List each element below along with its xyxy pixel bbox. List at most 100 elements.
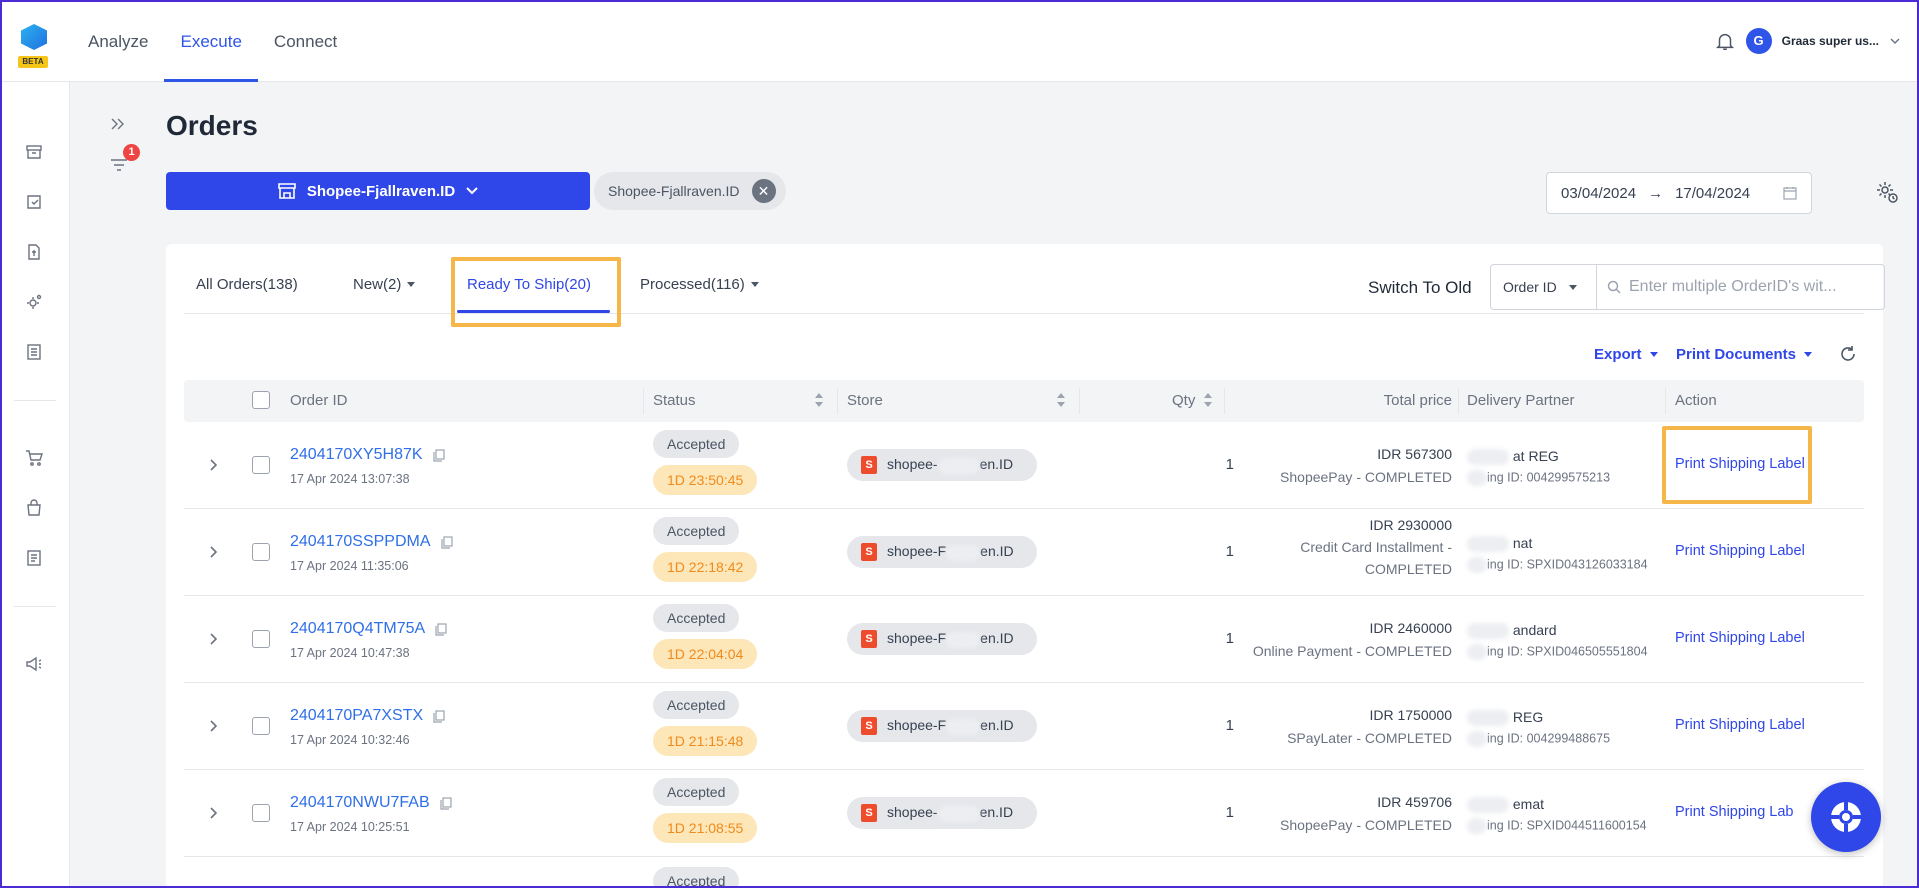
gear-network-icon[interactable] [24, 292, 44, 312]
copy-icon[interactable] [435, 622, 447, 636]
sla-timer-badge: 1D 23:50:45 [653, 465, 758, 495]
sort-icon[interactable] [1056, 392, 1066, 408]
print-shipping-label-link[interactable]: Print Shipping Label [1675, 630, 1805, 646]
blurred-text [937, 805, 980, 822]
print-documents-dropdown[interactable]: Print Documents [1676, 346, 1813, 363]
table-row[interactable]: 2404170SSPPDMA 17 Apr 2024 11:35:06 Acce… [184, 509, 1864, 596]
table-row[interactable]: 2404170PA7XSTX 17 Apr 2024 10:32:46 Acce… [184, 683, 1864, 770]
sort-icon[interactable] [814, 392, 824, 408]
order-id-link[interactable]: 2404170SSPPDMA [290, 533, 453, 551]
header-delivery-partner: Delivery Partner [1467, 392, 1575, 409]
chevron-right-icon[interactable] [208, 545, 218, 559]
order-qty: 1 [1225, 804, 1234, 821]
delivery-partner: REG [1467, 709, 1543, 727]
shopee-bag-icon: S [861, 630, 877, 648]
nav-execute[interactable]: Execute [164, 0, 259, 82]
blurred-text [937, 457, 980, 474]
copy-icon[interactable] [432, 448, 445, 462]
close-icon[interactable]: ✕ [751, 179, 776, 203]
order-price: IDR 567300 [1377, 446, 1452, 462]
tracking-id: ing ID: SPXID046505551804 [1467, 644, 1648, 660]
chevron-right-icon[interactable] [208, 632, 218, 646]
print-documents-label: Print Documents [1676, 346, 1797, 363]
blurred-text [1467, 731, 1487, 747]
order-id-link[interactable]: 2404170PA7XSTX [290, 707, 445, 725]
nav-analyze[interactable]: Analyze [72, 0, 164, 82]
partner-name: emat [1512, 796, 1545, 812]
archive-icon[interactable] [24, 142, 44, 162]
avatar[interactable]: G [1745, 28, 1772, 54]
sort-icon[interactable] [1203, 392, 1213, 408]
order-tabs: All Orders(138) New(2) Ready To Ship(20)… [184, 244, 1885, 327]
app-logo[interactable]: BETA [18, 24, 48, 68]
order-id-link[interactable]: 2404170NWU7FAB [290, 794, 452, 812]
user-area: G Graas super us... [1714, 28, 1901, 54]
header-store: Store [847, 392, 883, 409]
blurred-text [1467, 623, 1509, 640]
help-button[interactable] [1811, 782, 1881, 852]
lifebuoy-icon [1831, 802, 1861, 832]
order-id-link[interactable]: 2404170XY5H87K [290, 446, 445, 464]
order-id-link[interactable]: 2404170Q4TM75A [290, 620, 447, 638]
double-chevron-right-icon[interactable] [108, 116, 128, 132]
bag-icon[interactable] [24, 498, 44, 518]
order-check-icon[interactable] [24, 192, 44, 212]
blurred-text [1467, 818, 1487, 834]
column-settings-icon[interactable] [1875, 180, 1899, 204]
tracking-text: ing ID: SPXID043126033184 [1487, 557, 1648, 572]
table-row[interactable]: 2404170Q4TM75A 17 Apr 2024 10:47:38 Acce… [184, 596, 1864, 683]
tab-all-orders[interactable]: All Orders(138) [196, 266, 298, 302]
invoice-icon[interactable] [24, 242, 44, 262]
table-row[interactable]: 2404170NWU7FAB 17 Apr 2024 10:25:51 Acce… [184, 770, 1864, 857]
date-range-picker[interactable]: 03/04/2024 → 17/04/2024 [1546, 172, 1812, 214]
user-name[interactable]: Graas super us... [1782, 34, 1879, 48]
copy-icon[interactable] [433, 709, 445, 723]
store-filter-chip: Shopee-Fjallraven.ID ✕ [594, 172, 786, 210]
nav-connect[interactable]: Connect [258, 0, 353, 82]
order-date: 17 Apr 2024 10:25:51 [290, 820, 410, 834]
table-row[interactable]: 2404170XY5H87K 17 Apr 2024 13:07:38 Acce… [184, 422, 1864, 509]
sidebar-divider [14, 606, 56, 607]
search-type-select[interactable]: Order ID [1491, 265, 1597, 309]
store-chip-label: Shopee-Fjallraven.ID [608, 183, 740, 199]
print-shipping-label-link[interactable]: Print Shipping Lab [1675, 804, 1794, 820]
table-row[interactable]: Accepted [184, 857, 1864, 888]
chevron-down-icon[interactable] [1889, 35, 1901, 47]
chevron-right-icon[interactable] [208, 806, 218, 820]
refresh-icon[interactable] [1838, 344, 1858, 364]
row-checkbox[interactable] [252, 630, 270, 648]
select-all-checkbox[interactable] [252, 391, 270, 409]
list-icon[interactable] [24, 342, 44, 362]
bell-icon[interactable] [1714, 29, 1736, 53]
status-badge: Accepted [653, 691, 740, 719]
row-checkbox[interactable] [252, 456, 270, 474]
tab-new[interactable]: New(2) [353, 266, 416, 302]
tab-new-label: New(2) [353, 275, 402, 293]
tab-processed[interactable]: Processed(116) [640, 266, 759, 302]
store-pill: Sshopee-F en.ID [847, 623, 1037, 655]
blurred-text [1467, 710, 1509, 727]
row-checkbox[interactable] [252, 717, 270, 735]
date-arrow: → [1648, 184, 1664, 202]
report-icon[interactable] [24, 548, 44, 568]
column-divider [1224, 388, 1225, 414]
delivery-partner: nat [1467, 535, 1532, 553]
export-dropdown[interactable]: Export [1594, 346, 1658, 363]
chevron-right-icon[interactable] [208, 458, 218, 472]
megaphone-icon[interactable] [24, 654, 44, 674]
store-selector-button[interactable]: Shopee-Fjallraven.ID [166, 172, 590, 210]
switch-to-old-link[interactable]: Switch To Old [1368, 278, 1472, 298]
copy-icon[interactable] [440, 535, 453, 549]
print-shipping-label-link[interactable]: Print Shipping Label [1675, 543, 1805, 559]
row-checkbox[interactable] [252, 804, 270, 822]
copy-icon[interactable] [440, 796, 452, 810]
store-pill: Sshopee-en.ID [847, 797, 1037, 829]
print-shipping-label-link[interactable]: Print Shipping Label [1675, 717, 1805, 733]
cart-icon[interactable] [24, 448, 44, 468]
chevron-right-icon[interactable] [208, 719, 218, 733]
row-checkbox[interactable] [252, 543, 270, 561]
sla-timer-badge: 1D 21:15:48 [653, 726, 758, 756]
shopee-bag-icon: S [861, 543, 877, 561]
tracking-text: ing ID: SPXID046505551804 [1487, 644, 1648, 659]
search-input[interactable] [1629, 278, 1869, 296]
